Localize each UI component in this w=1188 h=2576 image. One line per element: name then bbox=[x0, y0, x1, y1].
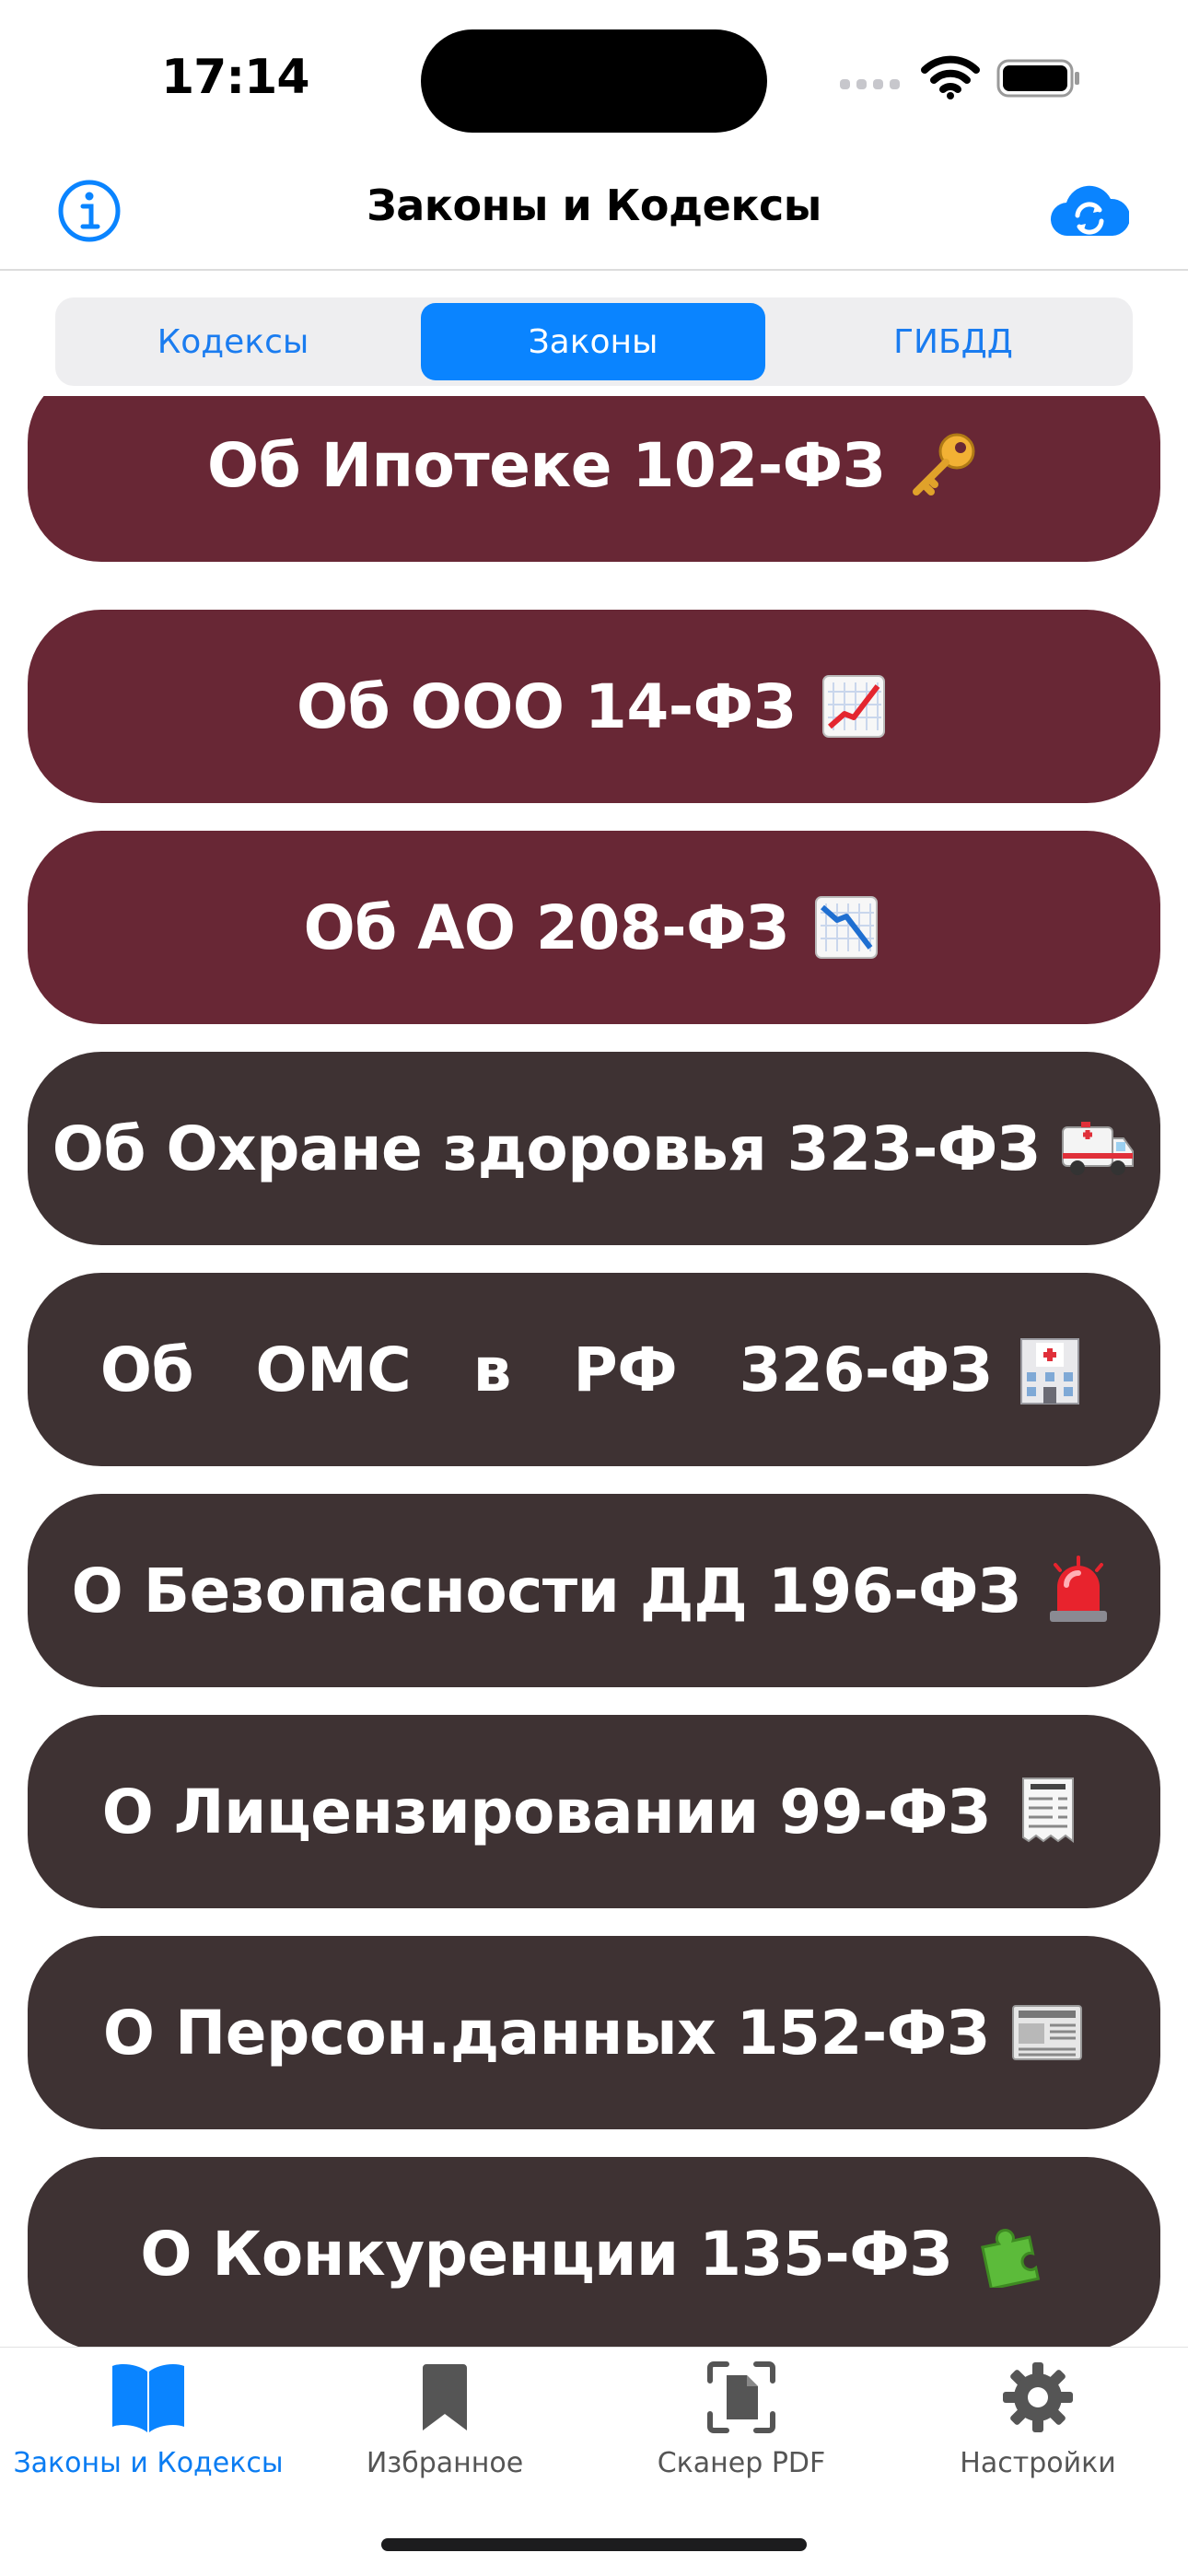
battery-icon bbox=[996, 59, 1079, 98]
dynamic-island bbox=[421, 29, 767, 133]
wifi-icon bbox=[921, 55, 980, 99]
law-label: Об Ипотеке 102-ФЗ bbox=[207, 429, 885, 501]
law-label: Об Охране здоровья 323-ФЗ bbox=[52, 1113, 1041, 1184]
hospital-icon bbox=[1012, 1332, 1088, 1407]
gear-icon bbox=[1003, 2362, 1073, 2432]
law-button-oms[interactable]: Об ОМС в РФ 326-ФЗ bbox=[28, 1273, 1160, 1466]
home-indicator bbox=[381, 2538, 807, 2551]
tab-laws-and-codes[interactable]: Законы и Кодексы bbox=[0, 2359, 297, 2488]
law-button-health[interactable]: Об Охране здоровья 323-ФЗ bbox=[28, 1052, 1160, 1245]
sync-cloud-icon[interactable] bbox=[1050, 179, 1129, 241]
tab-label: Настройки bbox=[960, 2447, 1116, 2479]
law-label: Об ОМС в РФ 326-ФЗ bbox=[99, 1334, 993, 1405]
segment-codes[interactable]: Кодексы bbox=[61, 303, 405, 380]
document-scanner-icon bbox=[707, 2361, 775, 2433]
tab-pdf-scanner[interactable]: Сканер PDF bbox=[593, 2359, 890, 2488]
receipt-icon bbox=[1010, 1774, 1086, 1849]
page-title: Законы и Кодексы bbox=[367, 181, 821, 230]
status-time: 17:14 bbox=[161, 50, 310, 105]
segment-laws[interactable]: Законы bbox=[421, 303, 765, 380]
law-label: О Безопасности ДД 196-ФЗ bbox=[71, 1555, 1021, 1626]
tab-label: Избранное bbox=[366, 2447, 524, 2479]
law-button-llc[interactable]: Об ООО 14-ФЗ bbox=[28, 610, 1160, 803]
book-icon bbox=[112, 2364, 184, 2432]
law-label: О Конкуренции 135-ФЗ bbox=[140, 2218, 952, 2290]
chart-up-icon bbox=[816, 669, 891, 744]
law-button-jsc[interactable]: Об АО 208-ФЗ bbox=[28, 831, 1160, 1024]
puzzle-icon bbox=[973, 2216, 1048, 2291]
nav-divider bbox=[0, 269, 1188, 271]
law-button-mortgage[interactable]: Об Ипотеке 102-ФЗ bbox=[28, 396, 1160, 562]
key-icon bbox=[905, 427, 981, 503]
law-button-competition[interactable]: О Конкуренции 135-ФЗ bbox=[28, 2157, 1160, 2347]
tab-label: Законы и Кодексы bbox=[13, 2447, 284, 2479]
law-button-road-safety[interactable]: О Безопасности ДД 196-ФЗ bbox=[28, 1494, 1160, 1687]
category-segmented-control: Кодексы Законы ГИБДД bbox=[55, 297, 1133, 386]
tab-settings[interactable]: Настройки bbox=[890, 2359, 1186, 2488]
laws-list: Об Ипотеке 102-ФЗ Об ООО 14-ФЗ Об АО 208… bbox=[0, 396, 1188, 2347]
cellular-signal-icon bbox=[840, 79, 900, 89]
ambulance-icon bbox=[1060, 1111, 1136, 1186]
law-label: О Персон.данных 152-ФЗ bbox=[102, 1997, 990, 2069]
tab-label: Сканер PDF bbox=[657, 2447, 826, 2479]
segment-gibdd[interactable]: ГИБДД bbox=[781, 303, 1125, 380]
law-label: Об ООО 14-ФЗ bbox=[296, 670, 797, 742]
bookmark-icon bbox=[423, 2364, 467, 2430]
law-button-licensing[interactable]: О Лицензировании 99-ФЗ bbox=[28, 1715, 1160, 1908]
tab-favorites[interactable]: Избранное bbox=[297, 2359, 593, 2488]
law-button-personal-data[interactable]: О Персон.данных 152-ФЗ bbox=[28, 1936, 1160, 2129]
law-label: Об АО 208-ФЗ bbox=[303, 892, 789, 963]
newspaper-icon bbox=[1009, 1995, 1085, 2070]
chart-down-icon bbox=[809, 890, 884, 965]
law-label: О Лицензировании 99-ФЗ bbox=[101, 1776, 991, 1847]
siren-icon bbox=[1041, 1553, 1116, 1628]
